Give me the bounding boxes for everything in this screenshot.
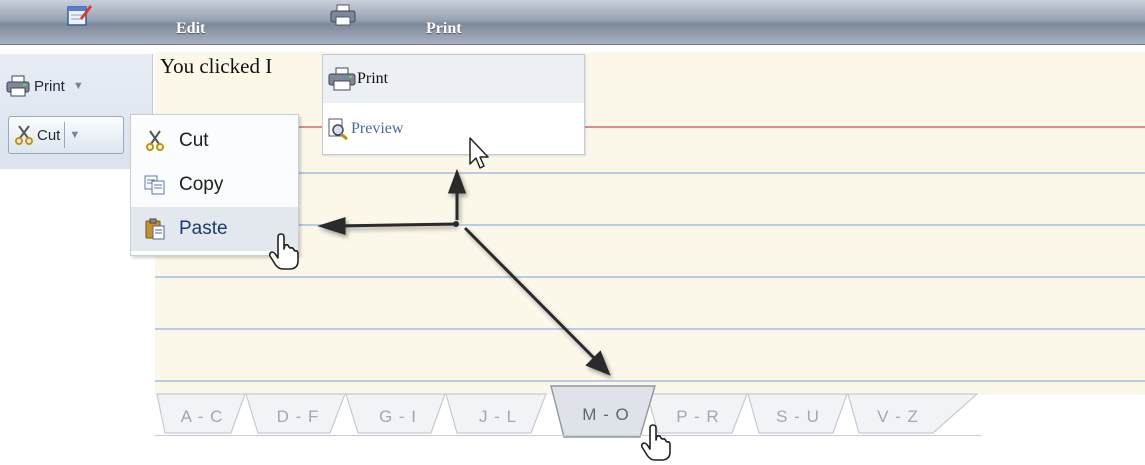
cut-label: Cut <box>179 130 209 151</box>
tab-a-c[interactable]: A - C <box>163 392 241 441</box>
alphabet-tab-strip: A - C D - F G - I J - L M - O P - R S - … <box>155 384 985 440</box>
paste-label: Paste <box>179 218 228 239</box>
scissors-icon <box>15 125 33 145</box>
status-message: You clicked I <box>160 54 273 78</box>
cut-split-button[interactable]: Cut ▼ <box>8 116 124 154</box>
tab-g-i[interactable]: G - I <box>355 392 441 441</box>
magnifier-page-icon <box>327 118 349 140</box>
scissors-icon <box>131 130 179 152</box>
copy-label: Copy <box>179 174 224 195</box>
tab-j-l[interactable]: J - L <box>455 392 541 441</box>
context-menu-item-copy[interactable]: Copy <box>131 163 298 207</box>
cut-button-label: Cut <box>37 126 61 144</box>
printer-icon <box>327 67 357 91</box>
print-menu-label: Print <box>357 70 389 87</box>
print-dropdown-menu: Print Preview <box>322 54 585 155</box>
margin-rule <box>155 126 1145 128</box>
arrow-cursor-icon <box>469 137 489 169</box>
print-split-button[interactable]: Print ▼ <box>6 68 130 104</box>
ruled-line <box>155 380 1145 382</box>
chevron-down-icon[interactable]: ▼ <box>73 80 84 92</box>
notebook-paper: You clicked I <box>155 52 1145 395</box>
print-menu-item-print[interactable]: Print <box>323 55 584 103</box>
printer-icon <box>6 75 30 97</box>
preview-menu-label: Preview <box>351 120 404 137</box>
ruled-line <box>155 172 1145 174</box>
menu-print[interactable]: Print <box>426 20 462 38</box>
split-divider <box>64 122 66 148</box>
top-menu-bar: Edit Print <box>0 0 1145 45</box>
chevron-down-icon[interactable]: ▼ <box>69 129 80 141</box>
ruled-line <box>155 224 1145 226</box>
hand-pointer-icon <box>640 424 671 461</box>
tab-s-u[interactable]: S - U <box>755 392 841 441</box>
ruled-line <box>155 276 1145 278</box>
tab-v-z[interactable]: V - Z <box>855 392 941 441</box>
hand-pointer-icon <box>268 233 299 270</box>
menu-edit[interactable]: Edit <box>176 20 205 38</box>
printer-icon[interactable] <box>329 4 357 31</box>
notepad-pencil-icon[interactable] <box>66 3 92 32</box>
tab-baseline <box>155 435 981 436</box>
clipboard-paste-icon <box>131 218 179 240</box>
tab-d-f[interactable]: D - F <box>255 392 341 441</box>
print-menu-item-preview[interactable]: Preview <box>323 105 584 153</box>
ruled-line <box>155 328 1145 330</box>
context-menu-item-cut[interactable]: Cut <box>131 119 298 163</box>
copy-icon <box>131 175 179 195</box>
tab-m-o[interactable]: M - O <box>560 390 652 439</box>
print-button-label: Print <box>34 77 65 95</box>
